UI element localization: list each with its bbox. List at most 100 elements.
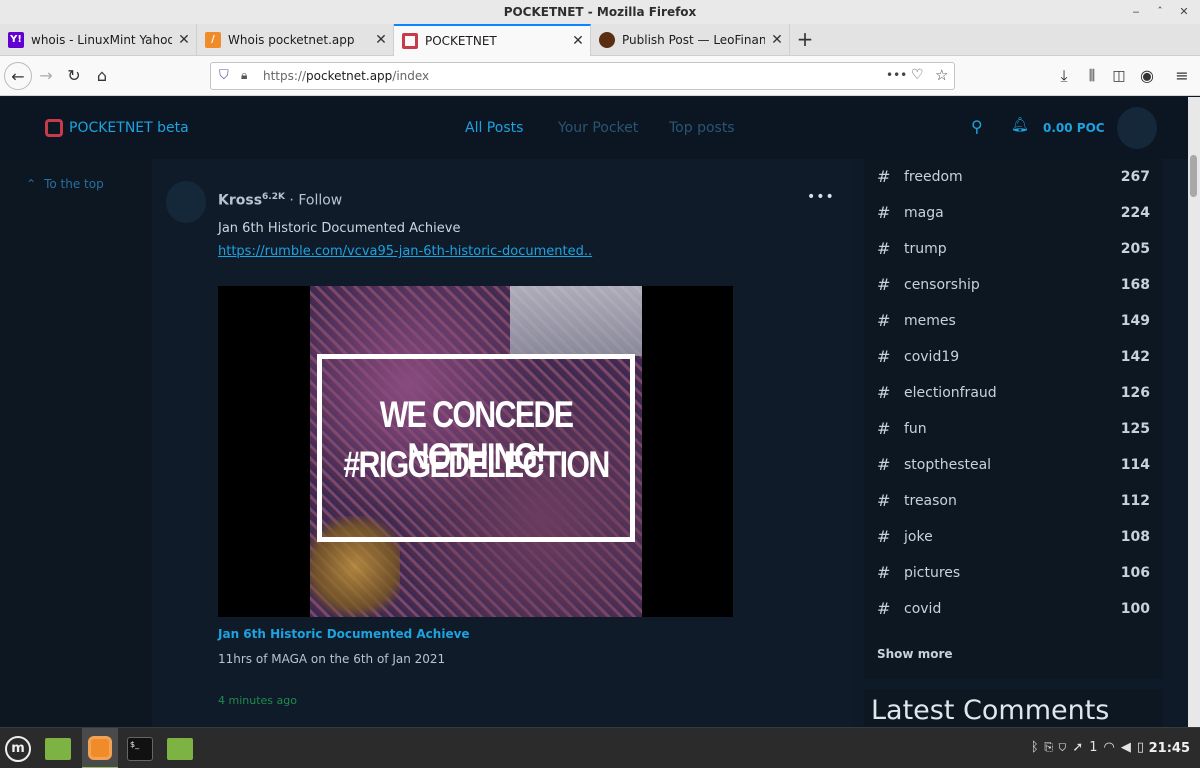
search-icon[interactable]: ⚲	[971, 117, 983, 136]
window-title: POCKETNET - Mozilla Firefox	[503, 5, 697, 19]
show-more-link[interactable]: Show more	[877, 647, 953, 661]
author-avatar[interactable]	[166, 181, 206, 223]
home-button[interactable]: ⌂	[88, 62, 116, 90]
forward-button[interactable]: →	[32, 62, 60, 90]
nav-top-posts[interactable]: Top posts	[669, 120, 735, 136]
tag-count: 205	[1120, 241, 1150, 257]
author-name[interactable]: Kross	[218, 193, 262, 209]
bookmark-star-icon[interactable]: ☆	[935, 66, 948, 84]
embed-title[interactable]: Jan 6th Historic Documented Achieve	[218, 627, 470, 641]
post-timestamp: 4 minutes ago	[218, 694, 297, 707]
tab-label: POCKETNET	[425, 34, 497, 48]
navigation-toolbar: ← → ↻ ⌂ ⛉ 🔒︎ https://pocketnet.app/index…	[0, 56, 1200, 96]
close-tab-icon[interactable]: ✕	[369, 32, 393, 48]
user-avatar[interactable]	[1117, 107, 1157, 149]
chevron-up-icon: ⌃	[26, 177, 37, 191]
tab-whois[interactable]: / Whois pocketnet.app ✕	[197, 24, 394, 56]
new-tab-button[interactable]: +	[793, 24, 817, 56]
tracking-shield-icon[interactable]: ⛉	[219, 68, 229, 83]
menu-icon[interactable]: ≡	[1168, 62, 1196, 90]
tag-row[interactable]: # joke 108	[864, 519, 1163, 555]
bluetooth-icon[interactable]: ᛒ	[1031, 740, 1045, 755]
account-icon[interactable]: ◉	[1133, 62, 1161, 90]
back-button[interactable]: ←	[4, 62, 32, 90]
tag-row[interactable]: # memes 149	[864, 303, 1163, 339]
clock[interactable]: 21:45	[1149, 741, 1190, 756]
tag-name: maga	[904, 205, 944, 221]
tab-label: Whois pocketnet.app	[228, 33, 355, 47]
crowd-image: WE CONCEDE NOTHING! #RIGGEDELECTION	[310, 286, 642, 617]
close-tab-icon[interactable]: ✕	[172, 32, 196, 48]
embed-description: 11hrs of MAGA on the 6th of Jan 2021	[218, 652, 446, 666]
tag-count: 100	[1120, 601, 1150, 617]
hashtag-icon: #	[877, 563, 891, 582]
terminal-taskbar-button[interactable]: $_	[122, 728, 158, 768]
site-logo[interactable]: POCKETNET beta	[45, 119, 189, 137]
hashtag-icon: #	[877, 203, 891, 222]
tag-row[interactable]: # electionfraud 126	[864, 375, 1163, 411]
tab-leofinance[interactable]: Publish Post — LeoFinance ✕	[591, 24, 790, 56]
post-link[interactable]: https://rumble.com/vcva95-jan-6th-histor…	[218, 244, 592, 259]
tag-row[interactable]: # freedom 267	[864, 159, 1163, 195]
page-scrollbar[interactable]	[1188, 97, 1200, 727]
to-the-top-link[interactable]: ⌃ To the top	[26, 177, 104, 191]
close-window-button[interactable]: ✕	[1175, 3, 1193, 21]
image-text-line2: #RIGGEDELECTION	[343, 444, 610, 485]
wifi-icon[interactable]: ◠	[1104, 740, 1121, 755]
library-icon[interactable]: ⫼	[1078, 62, 1106, 90]
tag-row[interactable]: # covid 100	[864, 591, 1163, 627]
hashtag-icon: #	[877, 599, 891, 618]
tag-name: censorship	[904, 277, 980, 293]
logo-text: POCKETNET beta	[69, 120, 189, 136]
post-menu-icon[interactable]: •••	[807, 189, 835, 205]
volume-icon[interactable]: ◀	[1121, 740, 1137, 755]
workspace-indicator[interactable]: 1	[1089, 740, 1103, 755]
files-taskbar-button[interactable]	[162, 728, 198, 768]
scrollbar-thumb[interactable]	[1190, 155, 1197, 197]
close-tab-icon[interactable]: ✕	[566, 33, 590, 49]
tag-row[interactable]: # censorship 168	[864, 267, 1163, 303]
follow-button[interactable]: · Follow	[289, 193, 342, 209]
wallet-balance[interactable]: 0.00 POC	[1043, 121, 1105, 135]
sidebar-icon[interactable]: ◫	[1105, 62, 1133, 90]
show-desktop-button[interactable]	[40, 728, 76, 768]
reload-button[interactable]: ↻	[60, 62, 88, 90]
page-actions-icon[interactable]: •••	[886, 68, 907, 82]
tag-count: 106	[1120, 565, 1150, 581]
lock-icon[interactable]: 🔒︎	[241, 68, 247, 83]
hashtag-icon: #	[877, 311, 891, 330]
bell-icon[interactable]: 🔔︎	[1011, 117, 1029, 133]
update-shield-icon[interactable]: ⛉	[1059, 740, 1073, 755]
nav-all-posts[interactable]: All Posts	[465, 120, 523, 136]
maximize-button[interactable]: ˆ	[1151, 3, 1169, 21]
network-rocket-icon[interactable]: ➚	[1072, 740, 1089, 755]
tag-row[interactable]: # maga 224	[864, 195, 1163, 231]
hashtag-icon: #	[877, 491, 891, 510]
tag-row[interactable]: # fun 125	[864, 411, 1163, 447]
tag-row[interactable]: # trump 205	[864, 231, 1163, 267]
mint-menu-button[interactable]: m	[0, 728, 36, 768]
url-text[interactable]: https://pocketnet.app/index	[263, 69, 429, 83]
pocketnet-favicon-icon	[402, 33, 418, 49]
nav-your-pocket[interactable]: Your Pocket	[558, 120, 638, 136]
post-text: Jan 6th Historic Documented Achieve	[218, 221, 461, 236]
tag-count: 267	[1120, 169, 1150, 185]
clipboard-icon[interactable]: ⎘	[1045, 740, 1059, 755]
tag-row[interactable]: # stopthesteal 114	[864, 447, 1163, 483]
minimize-button[interactable]: ‒	[1127, 3, 1145, 21]
hashtag-icon: #	[877, 419, 891, 438]
post-media[interactable]: WE CONCEDE NOTHING! #RIGGEDELECTION	[218, 286, 733, 617]
close-tab-icon[interactable]: ✕	[765, 32, 789, 48]
tab-pocketnet[interactable]: POCKETNET ✕	[394, 24, 591, 56]
url-bar[interactable]: ⛉ 🔒︎ https://pocketnet.app/index ••• ♡ ☆	[210, 62, 955, 90]
firefox-taskbar-button[interactable]	[82, 728, 118, 768]
tag-row[interactable]: # treason 112	[864, 483, 1163, 519]
pocket-icon[interactable]: ♡	[911, 67, 924, 83]
tag-name: treason	[904, 493, 957, 509]
tab-yahoo[interactable]: Y! whois - LinuxMint Yahoo Se ✕	[0, 24, 197, 56]
tag-name: electionfraud	[904, 385, 997, 401]
tag-count: 168	[1120, 277, 1150, 293]
downloads-icon[interactable]: ⤓	[1050, 62, 1078, 90]
tag-row[interactable]: # pictures 106	[864, 555, 1163, 591]
tag-row[interactable]: # covid19 142	[864, 339, 1163, 375]
